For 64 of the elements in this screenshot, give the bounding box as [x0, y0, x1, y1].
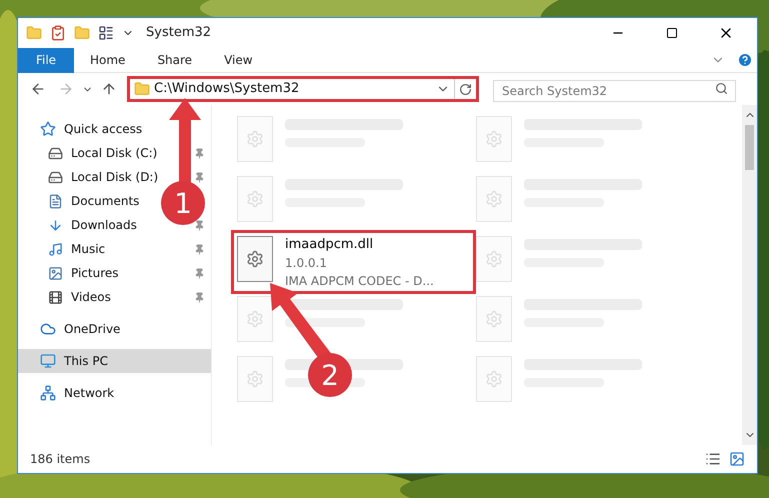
file-gear-icon — [476, 296, 512, 342]
file-gear-icon — [237, 116, 273, 162]
drive-icon — [48, 146, 63, 160]
maximize-icon — [666, 27, 678, 39]
sidebar-item[interactable]: This PC — [18, 349, 211, 373]
pin-icon[interactable] — [194, 220, 205, 230]
ribbon-tab[interactable]: View — [208, 48, 269, 72]
file-gear-icon — [476, 176, 512, 222]
down-arrow-icon — [48, 218, 63, 232]
ribbon-tab[interactable]: Share — [141, 48, 208, 72]
search-icon — [715, 82, 728, 95]
search-field[interactable]: Search System32 — [493, 80, 736, 102]
sidebar-item[interactable]: Downloads — [71, 216, 137, 234]
file-gear-icon — [237, 176, 273, 222]
monitor-icon — [40, 353, 56, 369]
sidebar-label: Network — [64, 385, 114, 402]
refresh-icon[interactable] — [459, 82, 472, 96]
file-gear-icon — [237, 296, 273, 342]
sidebar-item[interactable]: Pictures — [71, 264, 119, 282]
pin-icon[interactable] — [194, 268, 205, 278]
sidebar-item[interactable]: Music — [71, 240, 106, 258]
ribbon-tab[interactable]: Home — [74, 48, 142, 72]
scroll-thumb[interactable] — [745, 125, 754, 170]
tiles-view-icon[interactable] — [729, 451, 745, 467]
music-note-icon — [48, 242, 63, 256]
address-text: C:\Windows\System32 — [154, 80, 300, 98]
document-icon — [48, 194, 63, 208]
back-icon[interactable] — [30, 81, 46, 97]
address-bar[interactable]: C:\Windows\System32 — [127, 76, 479, 102]
sidebar-label: Quick access — [64, 121, 142, 138]
image-icon — [48, 266, 63, 280]
view-icon[interactable] — [98, 25, 114, 41]
pin-icon[interactable] — [194, 292, 205, 302]
help-icon[interactable] — [737, 52, 753, 68]
scrollbar[interactable] — [742, 105, 757, 445]
sidebar-item[interactable]: OneDrive — [18, 317, 211, 341]
folder-icon — [134, 81, 150, 97]
sidebar-label: OneDrive — [64, 321, 120, 338]
properties-icon[interactable] — [50, 25, 66, 41]
file-name: imaadpcm.dll — [285, 236, 374, 254]
sidebar-item[interactable]: Videos — [71, 288, 111, 306]
sidebar-item[interactable]: Network — [18, 381, 211, 405]
network-icon — [40, 385, 56, 401]
sidebar-item[interactable]: Local Disk (C:) — [71, 144, 158, 162]
window-title: System32 — [146, 24, 212, 42]
up-icon[interactable] — [101, 81, 117, 97]
sidebar-item[interactable]: Local Disk (D:) — [71, 168, 158, 186]
sidebar-label: This PC — [64, 353, 108, 370]
pin-icon[interactable] — [194, 172, 205, 182]
details-view-icon[interactable] — [705, 451, 721, 467]
file-gear-icon — [237, 236, 273, 282]
star-icon — [40, 121, 56, 137]
drive-icon — [48, 170, 63, 184]
film-icon — [48, 290, 63, 304]
pin-icon[interactable] — [194, 148, 205, 158]
item-count: 186 items — [30, 451, 90, 468]
file-detail: 1.0.0.1 — [285, 255, 328, 272]
file-gear-icon — [476, 356, 512, 402]
pin-icon[interactable] — [194, 244, 205, 254]
file-gear-icon — [476, 236, 512, 282]
file-gear-icon — [237, 356, 273, 402]
sidebar-item[interactable]: Documents — [71, 192, 140, 210]
file-gear-icon — [476, 116, 512, 162]
cloud-icon — [40, 321, 56, 337]
